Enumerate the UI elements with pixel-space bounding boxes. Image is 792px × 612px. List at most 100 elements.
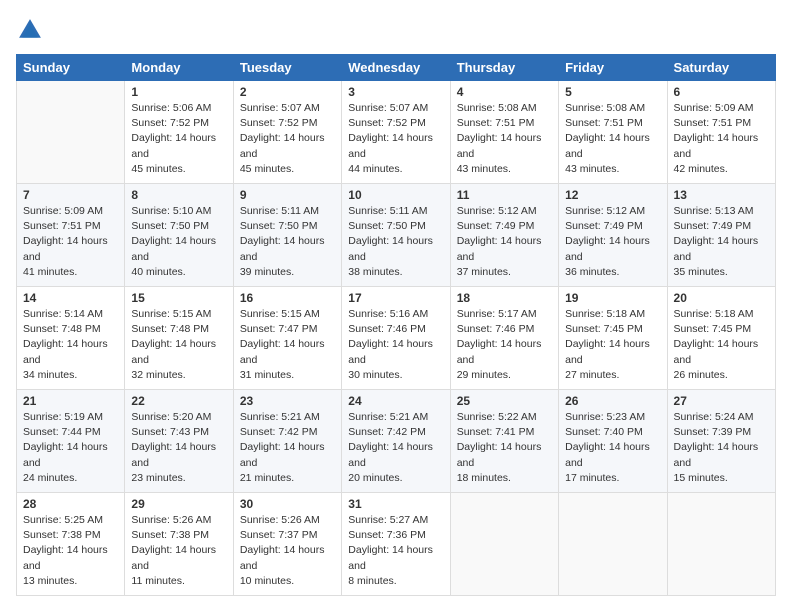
sunrise-text: Sunrise: 5:23 AM: [565, 411, 645, 423]
daylight-line2: 13 minutes.: [23, 575, 77, 587]
daylight-line2: 44 minutes.: [348, 163, 402, 175]
daylight-line1: Daylight: 14 hours and: [348, 235, 433, 262]
daylight-line1: Daylight: 14 hours and: [457, 441, 542, 468]
calendar-week-row-0: 1 Sunrise: 5:06 AMSunset: 7:52 PMDaylight…: [17, 81, 776, 184]
daylight-line1: Daylight: 14 hours and: [348, 132, 433, 159]
daylight-line1: Daylight: 14 hours and: [348, 441, 433, 468]
sunrise-text: Sunrise: 5:11 AM: [348, 205, 427, 217]
sunrise-text: Sunrise: 5:16 AM: [348, 308, 428, 320]
day-info: Sunrise: 5:26 AMSunset: 7:37 PMDaylight:…: [240, 513, 335, 589]
daylight-line1: Daylight: 14 hours and: [131, 235, 216, 262]
calendar-cell-3-6: 27Sunrise: 5:24 AMSunset: 7:39 PMDayligh…: [667, 390, 775, 493]
day-info: Sunrise: 5:12 AMSunset: 7:49 PMDaylight:…: [457, 204, 552, 280]
calendar-cell-3-5: 26Sunrise: 5:23 AMSunset: 7:40 PMDayligh…: [559, 390, 667, 493]
daylight-line2: 37 minutes.: [457, 266, 511, 278]
daylight-line2: 32 minutes.: [131, 369, 185, 381]
day-info: Sunrise: 5:16 AMSunset: 7:46 PMDaylight:…: [348, 307, 443, 383]
day-info: Sunrise: 5:15 AMSunset: 7:47 PMDaylight:…: [240, 307, 335, 383]
sunrise-text: Sunrise: 5:19 AM: [23, 411, 103, 423]
sunset-text: Sunset: 7:38 PM: [23, 529, 101, 541]
logo: [16, 16, 48, 44]
daylight-line1: Daylight: 14 hours and: [565, 132, 650, 159]
sunrise-text: Sunrise: 5:27 AM: [348, 514, 428, 526]
sunrise-text: Sunrise: 5:08 AM: [565, 102, 645, 114]
page: SundayMondayTuesdayWednesdayThursdayFrid…: [0, 0, 792, 612]
day-info: Sunrise: 5:26 AMSunset: 7:38 PMDaylight:…: [131, 513, 226, 589]
daylight-line2: 29 minutes.: [457, 369, 511, 381]
calendar-cell-0-1: 1 Sunrise: 5:06 AMSunset: 7:52 PMDaylight…: [125, 81, 233, 184]
daylight-line2: 24 minutes.: [23, 472, 77, 484]
sunrise-text: Sunrise: 5:18 AM: [674, 308, 754, 320]
day-info: Sunrise: 5:12 AMSunset: 7:49 PMDaylight:…: [565, 204, 660, 280]
daylight-line2: 15 minutes.: [674, 472, 728, 484]
logo-icon: [16, 16, 44, 44]
calendar-cell-1-4: 11 Sunrise: 5:12 AMSunset: 7:49 PMDayligh…: [450, 184, 558, 287]
daylight-line2: 27 minutes.: [565, 369, 619, 381]
daylight-line2: 23 minutes.: [131, 472, 185, 484]
daylight-line2: 34 minutes.: [23, 369, 77, 381]
calendar-cell-4-4: [450, 493, 558, 596]
daylight-line1: Daylight: 14 hours and: [457, 338, 542, 365]
daylight-line1: Daylight: 14 hours and: [565, 441, 650, 468]
day-info: Sunrise: 5:10 AMSunset: 7:50 PMDaylight:…: [131, 204, 226, 280]
daylight-line2: 41 minutes.: [23, 266, 77, 278]
calendar-header-saturday: Saturday: [667, 55, 775, 81]
daylight-line1: Daylight: 14 hours and: [457, 132, 542, 159]
day-info: Sunrise: 5:13 AMSunset: 7:49 PMDaylight:…: [674, 204, 769, 280]
day-number: 18: [457, 291, 552, 305]
calendar-cell-4-2: 30 Sunrise: 5:26 AMSunset: 7:37 PMDayligh…: [233, 493, 341, 596]
day-number: 30: [240, 497, 335, 511]
daylight-line2: 43 minutes.: [457, 163, 511, 175]
sunset-text: Sunset: 7:45 PM: [674, 323, 752, 335]
daylight-line2: 45 minutes.: [240, 163, 294, 175]
sunset-text: Sunset: 7:41 PM: [457, 426, 535, 438]
day-number: 1: [131, 85, 226, 99]
day-number: 21: [23, 394, 118, 408]
daylight-line1: Daylight: 14 hours and: [674, 235, 759, 262]
sunset-text: Sunset: 7:51 PM: [674, 117, 752, 129]
day-info: Sunrise: 5:09 AMSunset: 7:51 PMDaylight:…: [674, 101, 769, 177]
calendar-cell-3-2: 23Sunrise: 5:21 AMSunset: 7:42 PMDayligh…: [233, 390, 341, 493]
day-number: 17: [348, 291, 443, 305]
calendar-cell-2-2: 16Sunrise: 5:15 AMSunset: 7:47 PMDayligh…: [233, 287, 341, 390]
sunset-text: Sunset: 7:51 PM: [457, 117, 535, 129]
sunset-text: Sunset: 7:39 PM: [674, 426, 752, 438]
sunset-text: Sunset: 7:44 PM: [23, 426, 101, 438]
daylight-line2: 39 minutes.: [240, 266, 294, 278]
daylight-line2: 35 minutes.: [674, 266, 728, 278]
daylight-line2: 20 minutes.: [348, 472, 402, 484]
sunrise-text: Sunrise: 5:08 AM: [457, 102, 537, 114]
day-info: Sunrise: 5:07 AMSunset: 7:52 PMDaylight:…: [240, 101, 335, 177]
sunrise-text: Sunrise: 5:15 AM: [240, 308, 320, 320]
day-info: Sunrise: 5:07 AMSunset: 7:52 PMDaylight:…: [348, 101, 443, 177]
calendar-cell-2-6: 20Sunrise: 5:18 AMSunset: 7:45 PMDayligh…: [667, 287, 775, 390]
sunset-text: Sunset: 7:50 PM: [348, 220, 426, 232]
calendar-cell-1-3: 10 Sunrise: 5:11 AM Sunset: 7:50 PM Dayligh…: [342, 184, 450, 287]
calendar-cell-2-1: 15Sunrise: 5:15 AMSunset: 7:48 PMDayligh…: [125, 287, 233, 390]
daylight-line1: Daylight: 14 hours and: [23, 235, 108, 262]
calendar-cell-1-5: 12Sunrise: 5:12 AMSunset: 7:49 PMDayligh…: [559, 184, 667, 287]
calendar-cell-3-3: 24Sunrise: 5:21 AMSunset: 7:42 PMDayligh…: [342, 390, 450, 493]
sunset-text: Sunset: 7:51 PM: [565, 117, 643, 129]
sunset-text: Sunset: 7:48 PM: [131, 323, 209, 335]
calendar-header-friday: Friday: [559, 55, 667, 81]
sunset-text: Sunset: 7:46 PM: [348, 323, 426, 335]
calendar-cell-0-3: 3Sunrise: 5:07 AMSunset: 7:52 PMDaylight…: [342, 81, 450, 184]
day-number: 10: [348, 188, 443, 202]
calendar-table: SundayMondayTuesdayWednesdayThursdayFrid…: [16, 54, 776, 596]
day-number: 11: [457, 188, 552, 202]
sunrise-text: Sunrise: 5:26 AM: [131, 514, 211, 526]
day-number: 9: [240, 188, 335, 202]
daylight-line1: Daylight: 14 hours and: [131, 132, 216, 159]
sunrise-text: Sunrise: 5:06 AM: [131, 102, 211, 114]
sunrise-text: Sunrise: 5:13 AM: [674, 205, 754, 217]
daylight-line2: 10 minutes.: [240, 575, 294, 587]
daylight-line1: Daylight: 14 hours and: [348, 544, 433, 571]
daylight-line1: Daylight: 14 hours and: [674, 338, 759, 365]
day-number: 24: [348, 394, 443, 408]
daylight-line2: 17 minutes.: [565, 472, 619, 484]
day-info: Sunrise: 5:23 AMSunset: 7:40 PMDaylight:…: [565, 410, 660, 486]
daylight-line1: Daylight: 14 hours and: [240, 235, 325, 262]
day-info: Sunrise: 5:06 AMSunset: 7:52 PMDaylight:…: [131, 101, 226, 177]
calendar-week-row-1: 7Sunrise: 5:09 AMSunset: 7:51 PMDaylight…: [17, 184, 776, 287]
